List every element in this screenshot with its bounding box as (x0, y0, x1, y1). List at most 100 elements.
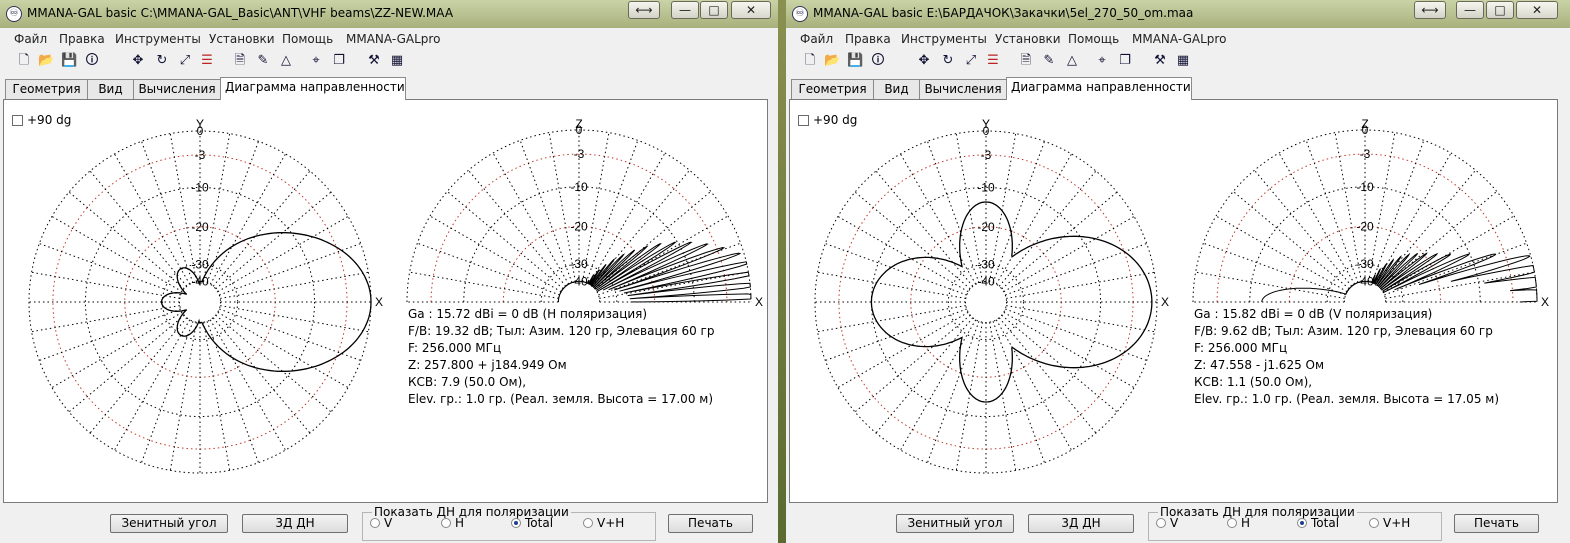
grid-spoke (468, 169, 567, 287)
tab-calculation[interactable]: Вычисления (133, 79, 221, 99)
target-icon[interactable]: ⌖ (1094, 53, 1110, 69)
resize-button[interactable]: ⟷ (1414, 1, 1446, 19)
grid-spoke (854, 314, 971, 413)
menu-tools[interactable]: Инструменты (115, 32, 201, 46)
radio-total[interactable]: Total (511, 516, 553, 530)
pattern-3d-button[interactable]: 3Д ДН (1028, 514, 1134, 533)
info-icon[interactable]: 🛈 (870, 53, 886, 69)
save-icon[interactable]: 💾 (61, 53, 77, 69)
tools-icon[interactable]: ⚒ (366, 53, 382, 69)
grid-spoke (209, 319, 286, 451)
pattern-3d-button[interactable]: 3Д ДН (242, 514, 348, 533)
radio-vh-dot[interactable] (583, 518, 593, 528)
plus90-label: +90 dg (27, 113, 72, 127)
radio-v[interactable]: V (370, 516, 392, 530)
triangle-icon[interactable]: △ (1064, 53, 1080, 69)
rotate-icon[interactable]: ↻ (154, 53, 170, 69)
document-icon[interactable]: 🗎 (232, 53, 248, 69)
new-file-icon[interactable]: 🗋 (802, 53, 818, 69)
radio-h-dot[interactable] (1227, 518, 1237, 528)
close-button[interactable]: ✕ (731, 1, 771, 19)
pattern-panel: 0 -3 -10 -20 -30 -40 Y X 0 -3 -10 -20 -30 -40 Z X +90 d… (789, 99, 1558, 503)
radio-vh-label: V+H (597, 516, 625, 530)
document-icon[interactable]: 🗎 (1018, 53, 1034, 69)
tab-geometry[interactable]: Геометрия (791, 79, 874, 99)
grid-spoke (219, 243, 361, 296)
radio-h-dot[interactable] (441, 518, 451, 528)
radio-vh-dot[interactable] (1369, 518, 1379, 528)
maximize-button[interactable]: □ (700, 1, 728, 19)
minimize-button[interactable]: — (671, 1, 699, 19)
save-icon[interactable]: 💾 (847, 53, 863, 69)
maximize-button[interactable]: □ (1486, 1, 1514, 19)
menu-file[interactable]: Файл (800, 32, 833, 46)
radio-h[interactable]: H (441, 516, 464, 530)
menu-edit[interactable]: Правка (845, 32, 891, 46)
plus90-checkbox[interactable]: +90 dg (798, 113, 857, 127)
tab-pattern[interactable]: Диаграмма направленности (1006, 77, 1192, 100)
checkbox-box[interactable] (12, 115, 23, 126)
zenith-angle-button[interactable]: Зенитный угол (110, 514, 228, 533)
resize-button[interactable]: ⟷ (628, 1, 660, 19)
pen-icon[interactable]: ✎ (1041, 53, 1057, 69)
move-icon[interactable]: ✥ (130, 53, 146, 69)
open-folder-icon[interactable]: 📂 (824, 53, 840, 69)
radio-vh[interactable]: V+H (583, 516, 624, 530)
grid-spoke (927, 321, 980, 463)
calculator-icon[interactable]: ▦ (1175, 53, 1191, 69)
checkbox-box[interactable] (798, 115, 809, 126)
move-icon[interactable]: ✥ (916, 53, 932, 69)
title-bar[interactable]: ♾ MMANA-GAL basic E:\БАРДАЧОК\Закачки\5e… (786, 0, 1570, 28)
title-bar[interactable]: ♾ MMANA-GAL basic C:\MMANA-GAL_Basic\ANT… (0, 0, 778, 28)
menu-pro[interactable]: MMANA-GALpro (1132, 32, 1226, 46)
tools-icon[interactable]: ⚒ (1152, 53, 1168, 69)
radio-v[interactable]: V (1156, 516, 1178, 530)
menu-settings[interactable]: Установки (209, 32, 275, 46)
close-button[interactable]: ✕ (1516, 1, 1558, 19)
plus90-checkbox[interactable]: +90 dg (12, 113, 71, 127)
wire-edit-icon[interactable]: ☰ (199, 53, 215, 69)
scale-label: -20 (977, 220, 995, 234)
grid-spoke (992, 321, 1045, 463)
menu-tools[interactable]: Инструменты (901, 32, 987, 46)
menu-help[interactable]: Помощь (282, 32, 333, 46)
print-button[interactable]: Печать (668, 514, 753, 533)
menu-pro[interactable]: MMANA-GALpro (346, 32, 440, 46)
radio-total[interactable]: Total (1297, 516, 1339, 530)
copy-icon[interactable]: ❐ (1117, 53, 1133, 69)
radio-h[interactable]: H (1227, 516, 1250, 530)
minimize-button[interactable]: — (1456, 1, 1484, 19)
radio-total-dot[interactable] (511, 518, 521, 528)
info-icon[interactable]: 🛈 (84, 53, 100, 69)
rotate-icon[interactable]: ↻ (940, 53, 956, 69)
scale-icon[interactable]: ⤢ (177, 53, 193, 69)
elevation-text: Elev. гр.: 1.0 гр. (Реал. земля. Высота … (408, 392, 714, 406)
open-folder-icon[interactable]: 📂 (38, 53, 54, 69)
triangle-icon[interactable]: △ (278, 53, 294, 69)
radio-vh[interactable]: V+H (1369, 516, 1410, 530)
menu-help[interactable]: Помощь (1068, 32, 1119, 46)
pen-icon[interactable]: ✎ (255, 53, 271, 69)
menu-file[interactable]: Файл (14, 32, 47, 46)
calculator-icon[interactable]: ▦ (389, 53, 405, 69)
tab-calculation[interactable]: Вычисления (919, 79, 1007, 99)
print-button[interactable]: Печать (1454, 514, 1539, 533)
wire-edit-icon[interactable]: ☰ (985, 53, 1001, 69)
scale-icon[interactable]: ⤢ (963, 53, 979, 69)
grid-spoke (875, 317, 974, 434)
menu-settings[interactable]: Установки (995, 32, 1061, 46)
tab-view[interactable]: Вид (873, 79, 920, 99)
tab-pattern[interactable]: Диаграмма направленности (220, 77, 406, 100)
tab-geometry[interactable]: Геометрия (5, 79, 88, 99)
zenith-angle-button[interactable]: Зенитный угол (896, 514, 1014, 533)
radio-total-dot[interactable] (1297, 518, 1307, 528)
radio-v-dot[interactable] (370, 518, 380, 528)
radio-v-dot[interactable] (1156, 518, 1166, 528)
copy-icon[interactable]: ❐ (331, 53, 347, 69)
tab-view[interactable]: Вид (87, 79, 134, 99)
scale-label: -20 (570, 219, 588, 233)
menu-edit[interactable]: Правка (59, 32, 105, 46)
target-icon[interactable]: ⌖ (308, 53, 324, 69)
new-file-icon[interactable]: 🗋 (16, 53, 32, 69)
menu-bar: Файл Правка Инструменты Установки Помощь… (786, 30, 1570, 48)
